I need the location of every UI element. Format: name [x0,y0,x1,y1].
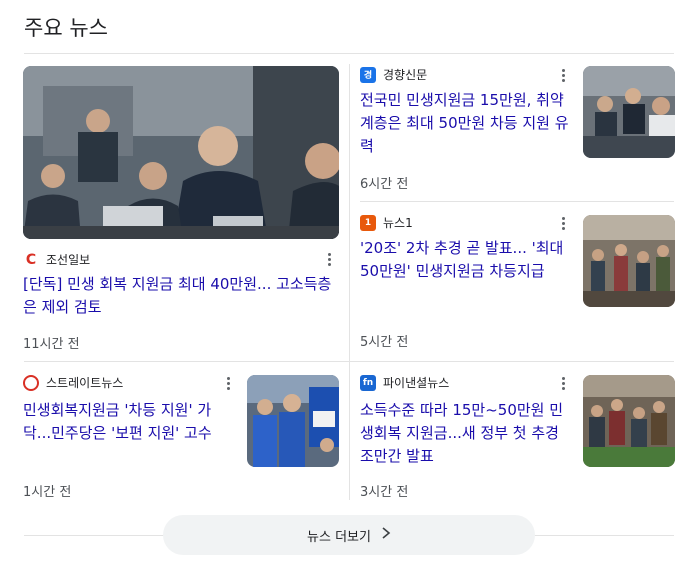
more-options-icon[interactable] [556,214,570,232]
news-thumbnail [583,215,675,307]
source-name: 스트레이트뉴스 [46,376,124,390]
news-card[interactable]: fn 파이낸셜뉴스 소득수준 따라 15만~50만원 민생회복 지원금...새 … [360,372,676,502]
fnnews-logo-icon: fn [360,374,376,391]
more-news-button[interactable]: 뉴스 더보기 [163,515,535,555]
kyunghyang-logo-icon: 경 [360,66,376,83]
more-news-label: 뉴스 더보기 [307,529,371,545]
news-thumbnail [583,66,675,158]
more-options-icon[interactable] [221,374,235,392]
news-source: fn 파이낸셜뉴스 [360,374,449,391]
news-source: 스트레이트뉴스 [23,374,123,391]
source-name: 파이낸셜뉴스 [383,376,450,390]
source-name: 조선일보 [46,253,91,267]
more-options-icon[interactable] [556,374,570,392]
news-source: 경 경향신문 [360,66,427,83]
news-thumbnail [247,375,339,467]
more-options-icon[interactable] [322,250,336,268]
news-time: 6시간 전 [360,177,409,192]
section-title: 주요 뉴스 [24,16,108,40]
news-headline[interactable]: [단독] 민생 회복 지원금 최대 40만원... 고소득층은 제외 검토 [23,273,335,319]
news-time: 5시간 전 [360,335,409,350]
divider [24,361,674,362]
chosun-logo-icon: C [23,251,39,268]
news-thumbnail [23,66,339,239]
news1-logo-icon: 1 [360,214,376,231]
straightnews-logo-icon [23,374,39,391]
news-time: 11시간 전 [23,337,80,352]
more-options-icon[interactable] [556,66,570,84]
news-card[interactable]: 1 뉴스1 '20조' 2차 추경 곧 발표... '최대 50만원' 민생지원… [360,212,676,352]
news-headline[interactable]: 민생회복지원금 '차등 지원' 가닥...민주당은 '보편 지원' 고수 [23,399,238,445]
news-headline[interactable]: '20조' 2차 추경 곧 발표... '최대 50만원' 민생지원금 차등지급 [360,237,575,283]
news-thumbnail [583,375,675,467]
news-card[interactable]: 경 경향신문 전국민 민생지원금 15만원, 취약계층은 최대 50만원 차등 … [360,64,676,194]
news-time: 1시간 전 [23,485,72,500]
news-card[interactable]: 스트레이트뉴스 민생회복지원금 '차등 지원' 가닥...민주당은 '보편 지원… [23,372,339,502]
news-time: 3시간 전 [360,485,409,500]
chevron-right-icon [381,527,391,543]
news-source: C 조선일보 [23,251,90,268]
divider [349,64,350,500]
divider [24,53,674,54]
source-name: 뉴스1 [383,216,413,230]
news-card-main[interactable]: C 조선일보 [단독] 민생 회복 지원금 최대 40만원... 고소득층은 제… [23,64,339,359]
source-name: 경향신문 [383,68,428,82]
news-source: 1 뉴스1 [360,214,413,231]
divider [360,201,674,202]
news-headline[interactable]: 전국민 민생지원금 15만원, 취약계층은 최대 50만원 차등 지원 유력 [360,89,575,158]
news-headline[interactable]: 소득수준 따라 15만~50만원 민생회복 지원금...새 정부 첫 추경 조만… [360,399,575,468]
